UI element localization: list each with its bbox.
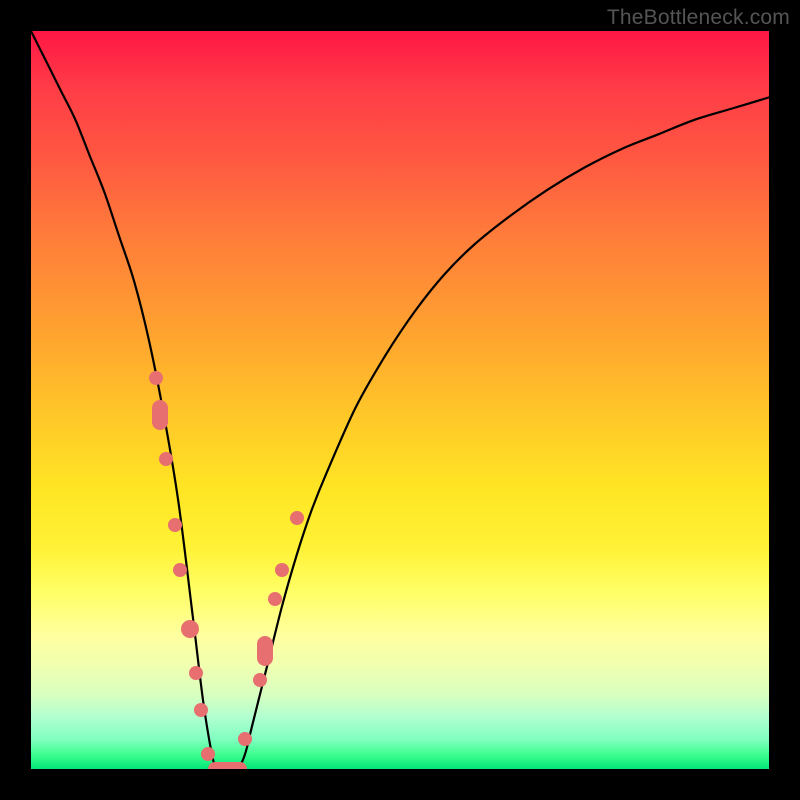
- data-marker: [268, 592, 282, 606]
- data-marker: [253, 673, 267, 687]
- watermark-text: TheBottleneck.com: [607, 6, 790, 30]
- plot-area: [31, 31, 769, 769]
- data-marker: [194, 703, 208, 717]
- bottleneck-curve: [31, 31, 769, 769]
- data-marker: [149, 371, 163, 385]
- data-marker: [181, 620, 199, 638]
- data-marker: [257, 636, 273, 666]
- data-marker: [201, 747, 215, 761]
- data-marker: [275, 563, 289, 577]
- chart-container: TheBottleneck.com: [0, 0, 800, 800]
- data-marker: [152, 400, 168, 430]
- data-marker: [159, 452, 173, 466]
- data-marker: [189, 666, 203, 680]
- data-marker: [238, 732, 252, 746]
- data-marker: [221, 762, 247, 769]
- data-marker: [168, 518, 182, 532]
- data-marker: [290, 511, 304, 525]
- data-marker: [173, 563, 187, 577]
